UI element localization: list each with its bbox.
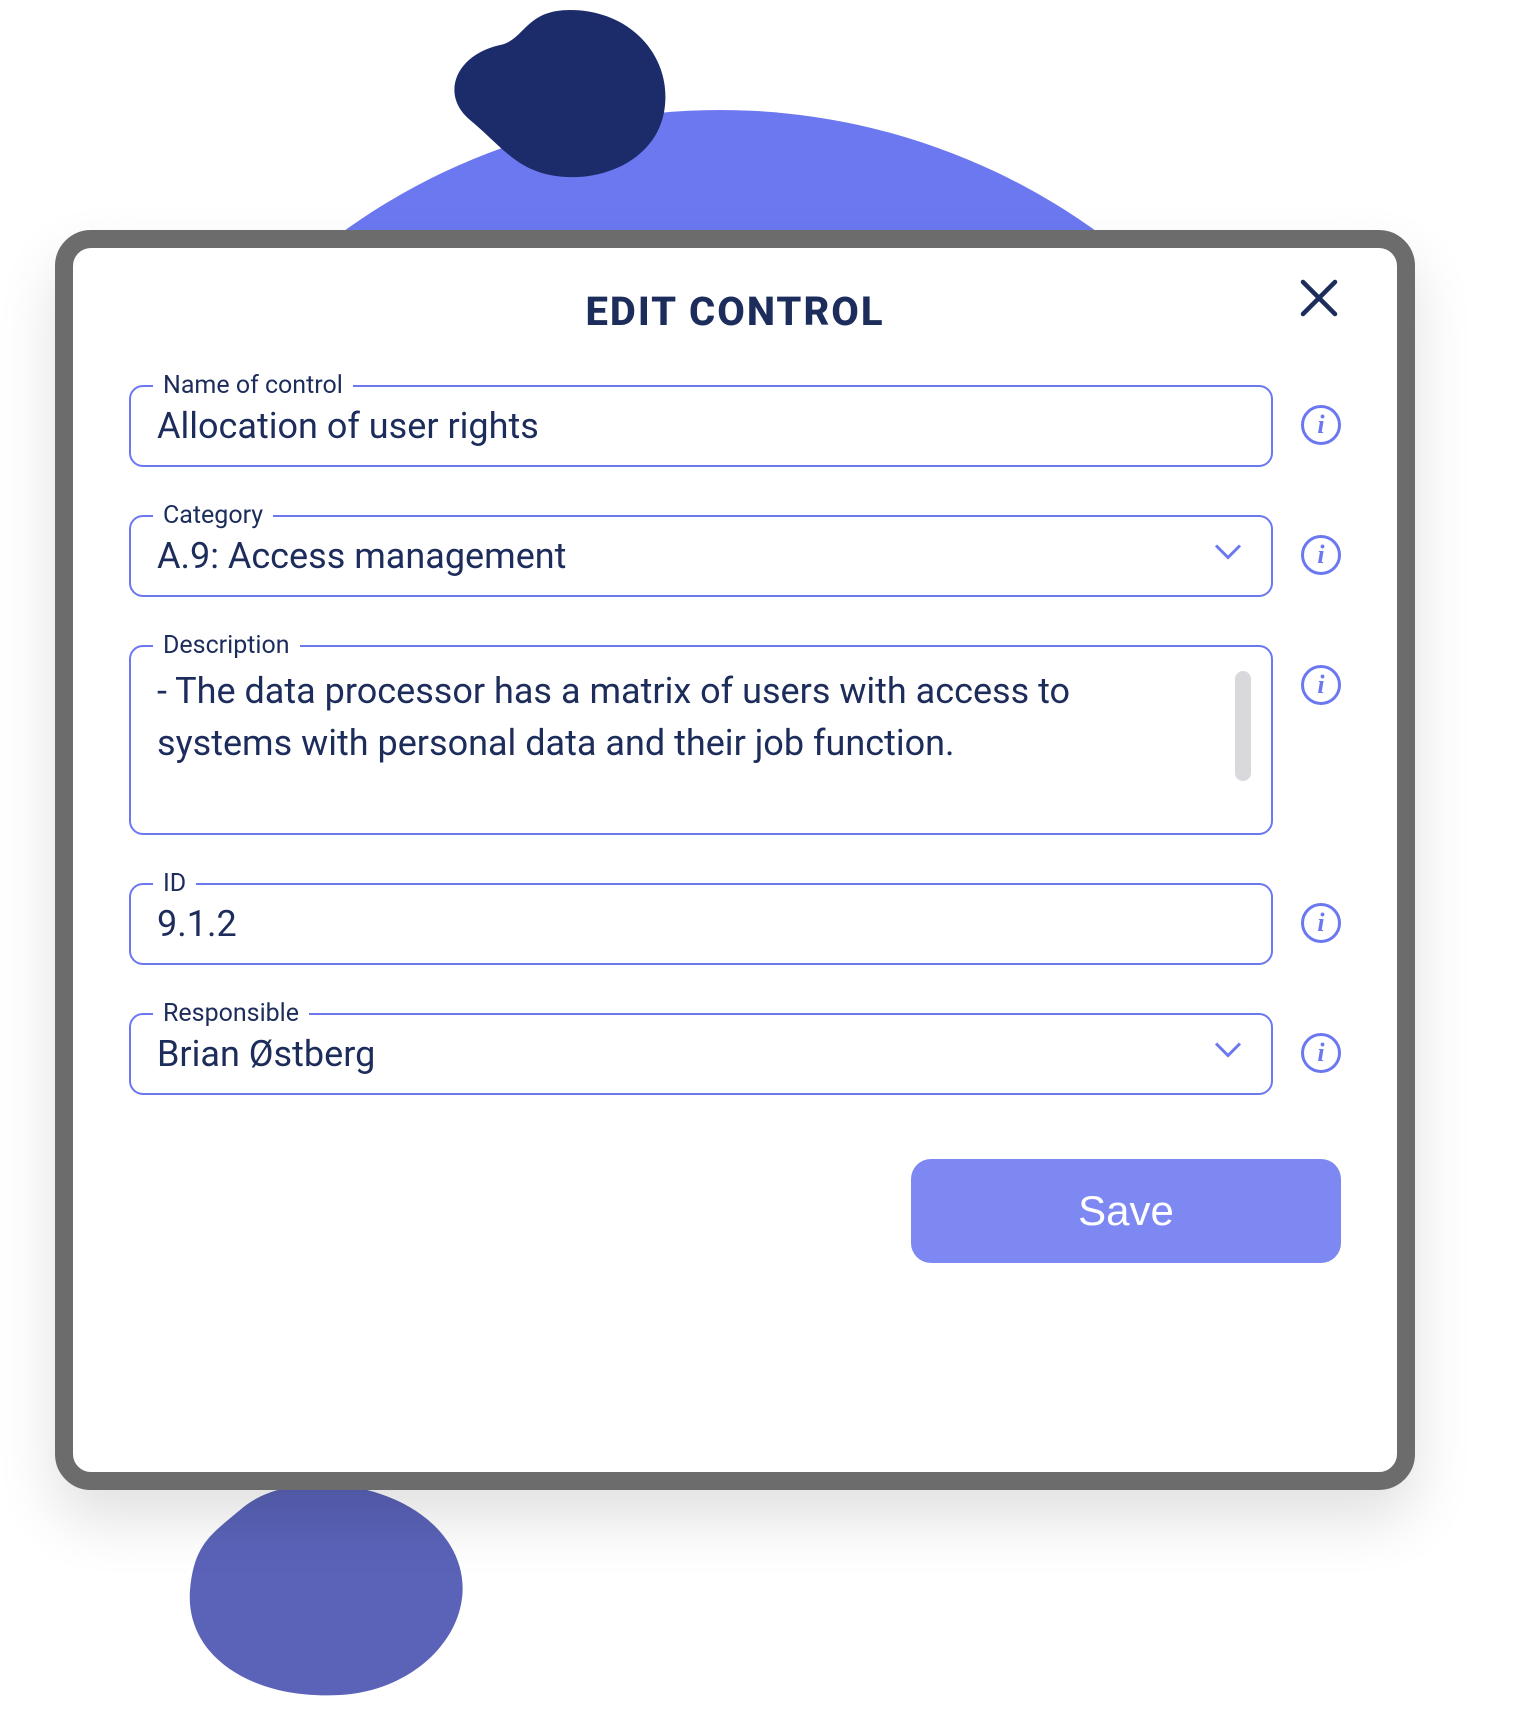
description-value: - The data processor has a matrix of use… (157, 665, 1203, 769)
info-icon[interactable]: i (1301, 405, 1341, 445)
decorative-blob-top (430, 0, 690, 190)
info-icon[interactable]: i (1301, 1033, 1341, 1073)
category-label: Category (153, 501, 273, 530)
chevron-down-icon (1211, 1033, 1245, 1076)
close-button[interactable] (1291, 270, 1347, 326)
category-select[interactable]: A.9: Access management (129, 515, 1273, 597)
chevron-down-icon (1211, 535, 1245, 578)
info-icon[interactable]: i (1301, 903, 1341, 943)
category-value: A.9: Access management (157, 535, 1201, 577)
info-icon[interactable]: i (1301, 665, 1341, 705)
description-textarea[interactable]: - The data processor has a matrix of use… (129, 645, 1273, 835)
info-icon[interactable]: i (1301, 535, 1341, 575)
edit-control-dialog: EDIT CONTROL Name of control Allocation … (55, 230, 1415, 1490)
description-label: Description (153, 631, 300, 660)
id-label: ID (153, 869, 196, 898)
name-value: Allocation of user rights (157, 405, 1245, 447)
decorative-blob-bottom (180, 1470, 480, 1700)
dialog-title: EDIT CONTROL (585, 288, 884, 335)
close-icon (1297, 276, 1341, 320)
id-value: 9.1.2 (157, 903, 1245, 945)
name-label: Name of control (153, 371, 353, 400)
id-input[interactable]: 9.1.2 (129, 883, 1273, 965)
save-button[interactable]: Save (911, 1159, 1341, 1263)
scrollbar-thumb[interactable] (1235, 671, 1251, 781)
responsible-label: Responsible (153, 999, 309, 1028)
responsible-value: Brian Østberg (157, 1033, 1201, 1075)
